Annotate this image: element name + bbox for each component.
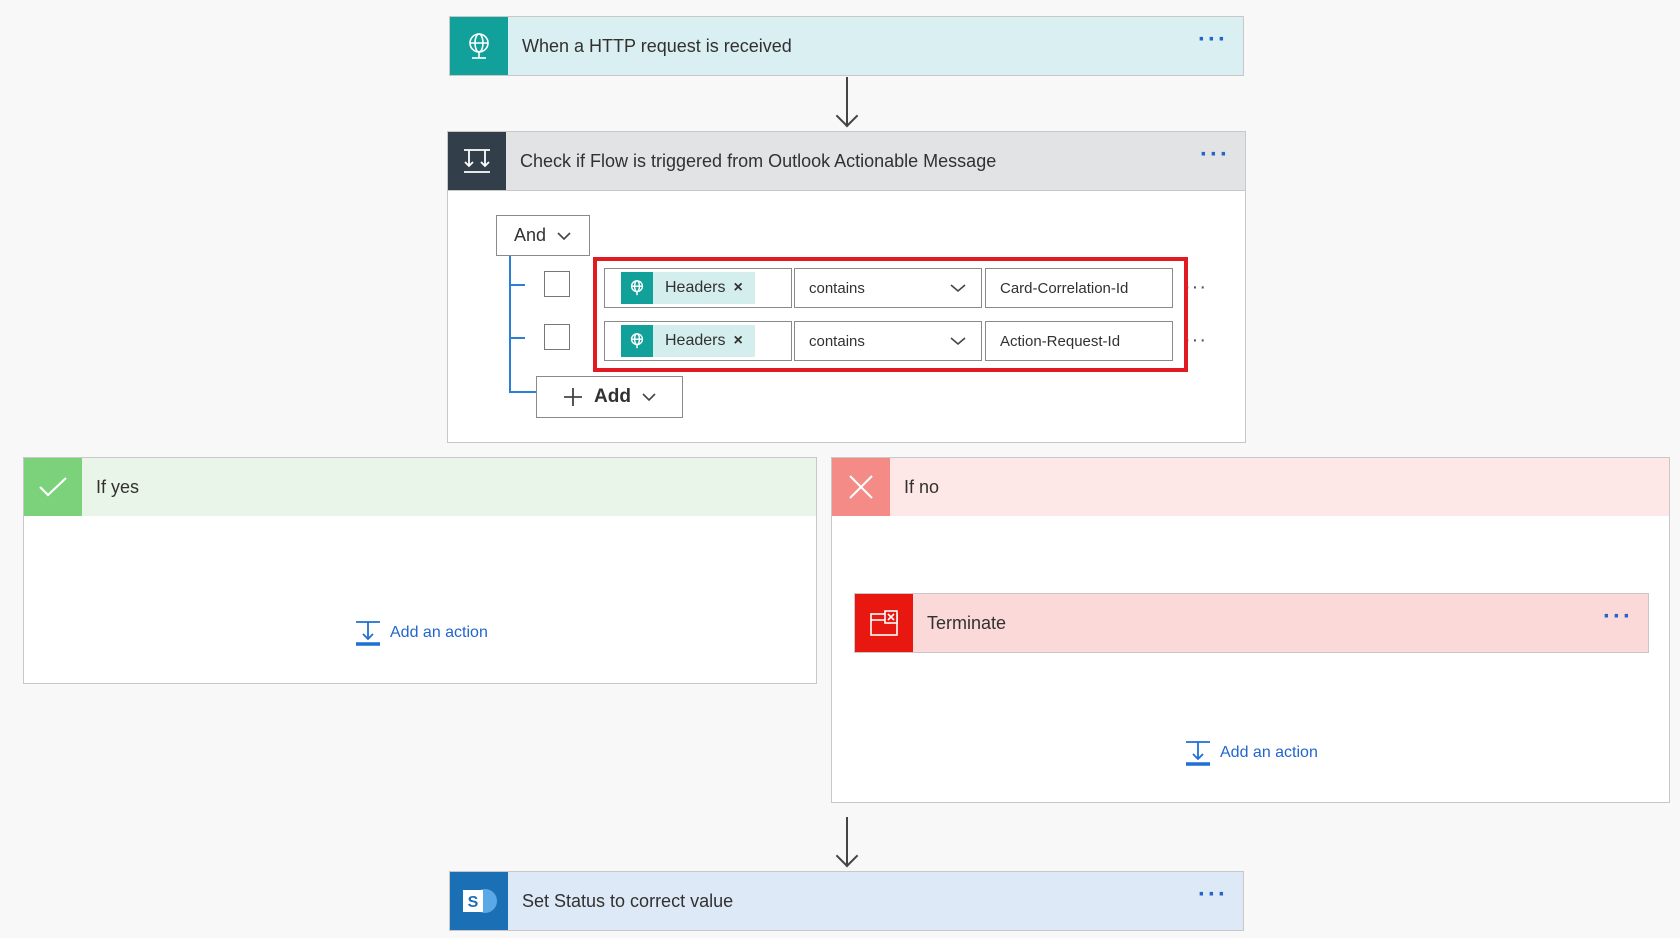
highlight-box (593, 257, 1188, 372)
add-action-label: Add an action (390, 624, 488, 641)
add-action-button[interactable]: Add an action (1184, 739, 1318, 767)
add-action-icon (356, 621, 380, 646)
trigger-card[interactable]: When a HTTP request is received ··· (449, 16, 1244, 76)
add-action-button[interactable]: Add an action (354, 619, 488, 647)
set-status-more-button[interactable]: ··· (1183, 883, 1243, 912)
chevron-down-icon (642, 393, 656, 402)
if-yes-branch: If yes Add an action (23, 457, 817, 684)
condition-icon (448, 132, 506, 190)
close-icon (832, 458, 890, 516)
tree-line-vertical (509, 256, 511, 393)
condition-header[interactable]: Check if Flow is triggered from Outlook … (447, 131, 1246, 191)
terminate-title: Terminate (927, 612, 1007, 633)
plus-icon (564, 388, 583, 406)
globe-icon (450, 17, 508, 75)
terminate-card[interactable]: Terminate ··· (854, 593, 1649, 653)
connector-arrowhead (835, 104, 859, 128)
row-checkbox[interactable] (544, 324, 570, 350)
set-status-card[interactable]: S Set Status to correct value ··· (449, 871, 1244, 931)
tree-line-row2 (509, 337, 525, 339)
svg-text:S: S (468, 894, 479, 911)
if-no-branch: If no Terminate ··· Add an action (831, 457, 1670, 803)
condition-more-button[interactable]: ··· (1185, 143, 1245, 172)
add-action-icon (1186, 741, 1210, 766)
if-no-header[interactable]: If no (832, 458, 1669, 516)
condition-title: Check if Flow is triggered from Outlook … (520, 150, 997, 171)
group-operator-dropdown[interactable]: And (496, 215, 590, 256)
row-checkbox[interactable] (544, 271, 570, 297)
set-status-title: Set Status to correct value (522, 890, 734, 911)
if-yes-header[interactable]: If yes (24, 458, 816, 516)
tree-line-row1 (509, 284, 525, 286)
terminate-more-button[interactable]: ··· (1588, 605, 1648, 634)
if-no-title: If no (904, 476, 940, 497)
connector-arrowhead (835, 844, 859, 868)
group-operator-label: And (513, 225, 547, 245)
add-condition-button[interactable]: Add (536, 376, 683, 418)
trigger-more-button[interactable]: ··· (1183, 28, 1243, 57)
checkmark-icon (24, 458, 82, 516)
tree-line-add (509, 391, 536, 393)
chevron-down-icon (557, 231, 571, 240)
add-label: Add (594, 386, 631, 407)
terminate-icon (855, 594, 913, 652)
sharepoint-icon: S (450, 872, 508, 930)
trigger-title: When a HTTP request is received (522, 35, 792, 56)
add-action-label: Add an action (1220, 744, 1318, 761)
if-yes-title: If yes (96, 476, 140, 497)
